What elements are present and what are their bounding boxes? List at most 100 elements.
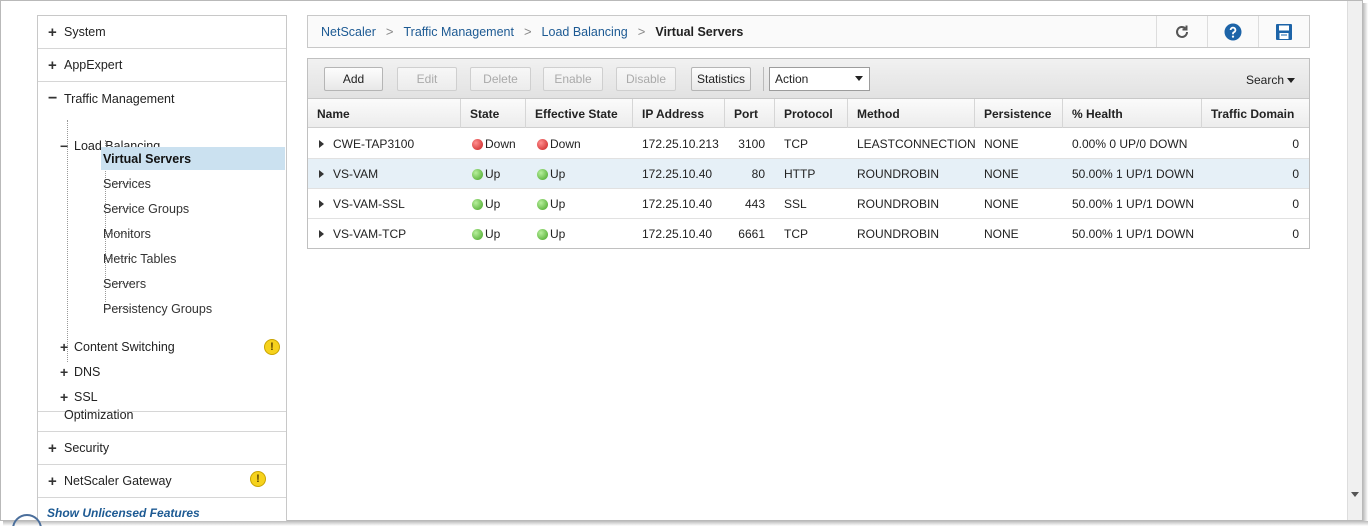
expand-plus-icon[interactable]: + — [48, 473, 64, 490]
cell-traffic-domain: 0 — [1292, 197, 1299, 211]
tree-item-label: DNS — [74, 365, 101, 379]
tree-item-services[interactable]: Services — [101, 172, 285, 195]
edit-button[interactable]: Edit — [397, 67, 457, 91]
cell-name: CWE-TAP3100 — [333, 137, 415, 151]
nav-item-netscaler-gateway[interactable]: + NetScaler Gateway — [38, 465, 286, 498]
tree-item-monitors[interactable]: Monitors — [101, 222, 285, 245]
status-up-icon — [537, 228, 548, 240]
cell-traffic-domain: 0 — [1292, 137, 1299, 151]
nav-item-system[interactable]: + System — [38, 16, 286, 49]
statistics-button[interactable]: Statistics — [691, 67, 751, 91]
collapse-minus-icon[interactable]: − — [48, 90, 64, 108]
effective-state-text: Down — [550, 137, 581, 151]
cell-ip-address: 172.25.10.40 — [642, 227, 713, 241]
breadcrumb-separator-icon: > — [385, 24, 394, 39]
status-up-icon — [472, 198, 483, 210]
help-button[interactable] — [1207, 16, 1258, 47]
table-row[interactable]: CWE-TAP3100 Down Down 172.25.10.213 3100… — [308, 129, 1309, 159]
cell-effective-state: Up — [528, 189, 565, 219]
column-header-state[interactable]: State — [461, 99, 526, 128]
column-header-port[interactable]: Port — [725, 99, 775, 128]
expand-plus-icon[interactable]: + — [60, 339, 74, 355]
column-header-name[interactable]: Name — [308, 99, 461, 128]
column-header-persistence[interactable]: Persistence — [975, 99, 1063, 128]
tree-item-service-groups[interactable]: Service Groups — [101, 197, 285, 220]
breadcrumb-load-balancing[interactable]: Load Balancing — [542, 25, 628, 39]
cell-traffic-domain: 0 — [1292, 227, 1299, 241]
column-header-ip-address[interactable]: IP Address — [633, 99, 725, 128]
expand-plus-icon[interactable]: + — [48, 57, 64, 74]
nav-item-label: AppExpert — [64, 58, 123, 72]
warning-icon: ! — [264, 339, 280, 355]
tree-item-label: Service Groups — [103, 201, 190, 216]
cell-protocol: TCP — [784, 227, 808, 241]
cell-effective-state: Up — [528, 159, 565, 189]
action-select-value: Action — [775, 72, 809, 86]
nav-item-security[interactable]: + Security — [38, 432, 286, 465]
state-text: Up — [485, 167, 501, 181]
nav-item-traffic-management[interactable]: − Traffic Management — [38, 82, 286, 115]
status-up-icon — [472, 168, 483, 180]
cell-port: 443 — [744, 197, 765, 211]
cell-health: 50.00% 1 UP/1 DOWN — [1072, 167, 1195, 181]
nav-item-label: Optimization — [64, 408, 134, 422]
save-button[interactable] — [1258, 16, 1309, 47]
dropdown-arrow-icon — [855, 76, 863, 81]
tree-item-content-switching[interactable]: + Content Switching — [60, 336, 175, 358]
disable-button[interactable]: Disable — [616, 67, 676, 91]
column-header-traffic-domain[interactable]: Traffic Domain — [1202, 99, 1309, 128]
state-text: Up — [485, 197, 501, 211]
breadcrumb-traffic-management[interactable]: Traffic Management — [403, 25, 513, 39]
cell-method: ROUNDROBIN — [857, 197, 940, 211]
cell-ip-address: 172.25.10.213 — [642, 137, 719, 151]
breadcrumb-netscaler[interactable]: NetScaler — [321, 25, 376, 39]
tree-item-persistency-groups[interactable]: Persistency Groups — [101, 297, 285, 320]
page-actions — [1156, 16, 1309, 47]
tree-item-servers[interactable]: Servers — [101, 272, 285, 295]
virtual-servers-grid: Add Edit Delete Enable Disable Statistic… — [307, 58, 1310, 249]
warning-icon: ! — [250, 471, 266, 487]
column-header-method[interactable]: Method — [848, 99, 975, 128]
search-button[interactable]: Search — [1246, 73, 1284, 87]
cell-method: ROUNDROBIN — [857, 167, 940, 181]
state-text: Up — [485, 227, 501, 241]
column-header-health[interactable]: % Health — [1063, 99, 1202, 128]
expand-plus-icon[interactable]: + — [48, 440, 64, 457]
dropdown-arrow-icon[interactable] — [1287, 78, 1295, 83]
cell-persistence: NONE — [984, 197, 1019, 211]
vertical-scrollbar[interactable] — [1347, 1, 1362, 520]
tree-item-label: Servers — [103, 276, 147, 291]
cell-traffic-domain: 0 — [1292, 167, 1299, 181]
table-row-selected[interactable]: VS-VAM Up Up 172.25.10.40 80 HTTP ROUNDR… — [308, 159, 1309, 189]
show-unlicensed-features-link[interactable]: Show Unlicensed Features — [47, 506, 200, 520]
table-row[interactable]: VS-VAM-TCP Up Up 172.25.10.40 6661 TCP R… — [308, 219, 1309, 249]
table-row[interactable]: VS-VAM-SSL Up Up 172.25.10.40 443 SSL RO… — [308, 189, 1309, 219]
nav-item-label: Traffic Management — [64, 91, 175, 106]
column-header-effective-state[interactable]: Effective State — [526, 99, 633, 128]
tree-item-virtual-servers[interactable]: Virtual Servers — [101, 147, 285, 170]
save-icon[interactable] — [1275, 23, 1293, 41]
enable-button[interactable]: Enable — [543, 67, 603, 91]
add-button[interactable]: Add — [324, 67, 383, 91]
status-down-icon — [537, 138, 548, 150]
action-select[interactable]: Action — [769, 67, 870, 91]
nav-item-optimization[interactable]: Optimization — [38, 399, 286, 432]
table-header: Name State Effective State IP Address Po… — [308, 99, 1309, 128]
cell-name: VS-VAM — [333, 167, 379, 181]
expand-plus-icon[interactable]: + — [48, 24, 64, 41]
breadcrumb: NetScaler > Traffic Management > Load Ba… — [307, 15, 1310, 48]
delete-button[interactable]: Delete — [470, 67, 531, 91]
scroll-down-arrow-icon[interactable] — [1351, 492, 1359, 497]
refresh-icon[interactable] — [1173, 23, 1191, 41]
expand-plus-icon[interactable]: + — [60, 364, 74, 380]
tree-item-label: Persistency Groups — [103, 301, 213, 316]
collapse-minus-icon[interactable]: − — [60, 138, 74, 154]
refresh-button[interactable] — [1156, 16, 1207, 47]
nav-item-appexpert[interactable]: + AppExpert — [38, 49, 286, 82]
window-shadow-right — [1363, 3, 1368, 526]
tree-item-metric-tables[interactable]: Metric Tables — [101, 247, 285, 270]
help-icon[interactable] — [1224, 23, 1242, 41]
cell-effective-state: Down — [528, 129, 581, 159]
column-header-protocol[interactable]: Protocol — [775, 99, 848, 128]
tree-item-dns[interactable]: + DNS — [60, 361, 100, 383]
